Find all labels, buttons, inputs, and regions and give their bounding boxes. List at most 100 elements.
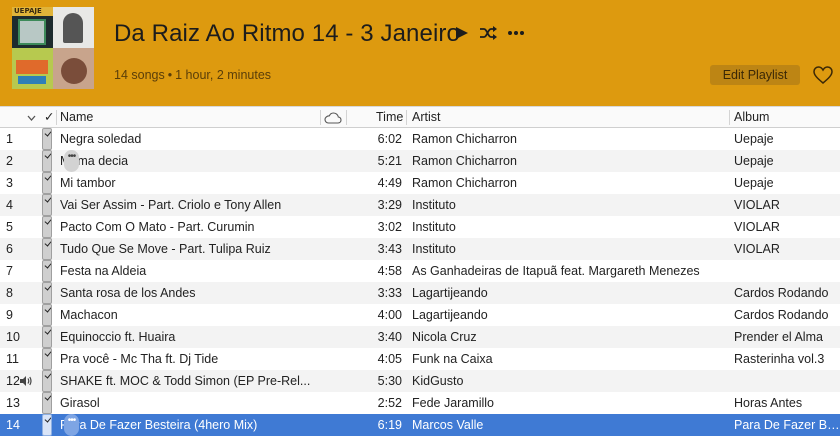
heart-icon[interactable]	[812, 64, 834, 86]
track-album: VIOLAR	[734, 198, 780, 212]
track-artist: Fede Jaramillo	[412, 396, 494, 410]
track-album: Rasterinha vol.3	[734, 352, 825, 366]
artwork-tile-1: UEPAJE	[12, 7, 53, 48]
sort-chevron-icon[interactable]	[27, 107, 36, 128]
track-row[interactable]: 2 Mama decia ••• 5:21 Ramon Chicharron Ue…	[0, 150, 840, 172]
track-time: 3:29	[377, 198, 402, 212]
track-row[interactable]: 9 Machacon 4:00 Lagartijeando Cardos Rod…	[0, 304, 840, 326]
track-artist: Ramon Chicharron	[412, 154, 517, 168]
song-count: 14 songs	[114, 68, 165, 82]
track-album: VIOLAR	[734, 242, 780, 256]
track-album: Cardos Rodando	[734, 308, 829, 322]
track-checkbox[interactable]	[42, 128, 54, 150]
column-header-name[interactable]: Name	[60, 107, 93, 128]
track-checkbox[interactable]	[42, 194, 54, 216]
artwork-tile-3	[12, 48, 53, 89]
track-time: 4:58	[377, 264, 402, 278]
track-time: 3:43	[377, 242, 402, 256]
track-row[interactable]: 4 Vai Ser Assim - Part. Criolo e Tony Al…	[0, 194, 840, 216]
track-checkbox[interactable]	[42, 172, 54, 194]
play-icon[interactable]	[455, 26, 469, 40]
track-row[interactable]: 3 Mi tambor 4:49 Ramon Chicharron Uepaje	[0, 172, 840, 194]
artwork-text-uepaje: UEPAJE	[14, 7, 42, 15]
track-name: Santa rosa de los Andes	[60, 286, 196, 300]
track-name: Pra você - Mc Tha ft. Dj Tide	[60, 352, 219, 366]
track-row[interactable]: 5 Pacto Com O Mato - Part. Curumin 3:02 …	[0, 216, 840, 238]
track-checkbox[interactable]	[42, 216, 54, 238]
track-artist: Instituto	[412, 242, 456, 256]
track-checkbox[interactable]	[42, 282, 54, 304]
track-name: Para De Fazer Besteira (4hero Mix) •••	[60, 414, 322, 436]
track-row[interactable]: 8 Santa rosa de los Andes 3:33 Lagartije…	[0, 282, 840, 304]
track-time: 3:02	[377, 220, 402, 234]
track-album	[734, 260, 840, 282]
track-album: VIOLAR	[734, 220, 780, 234]
track-checkbox[interactable]	[42, 238, 54, 260]
column-header-time[interactable]: Time	[376, 107, 403, 128]
track-time: 3:33	[377, 286, 402, 300]
column-checkmark-icon[interactable]: ✓	[44, 107, 54, 128]
track-time: 4:00	[377, 308, 402, 322]
track-name: Pacto Com O Mato - Part. Curumin	[60, 220, 255, 234]
column-header-album[interactable]: Album	[734, 107, 769, 128]
track-table-header: ✓ Name Time Artist Album	[0, 106, 840, 128]
track-name: Mama decia •••	[60, 150, 322, 172]
track-name: Machacon	[60, 308, 118, 322]
track-album	[734, 370, 840, 392]
track-row-selected[interactable]: 14 Para De Fazer Besteira (4hero Mix) •••…	[0, 414, 840, 436]
artwork-tile-4	[53, 48, 94, 89]
track-name: Festa na Aldeia	[60, 264, 147, 278]
playlist-duration: 1 hour, 2 minutes	[175, 68, 272, 82]
track-checkbox[interactable]	[42, 260, 54, 282]
track-checkbox[interactable]	[42, 392, 54, 414]
track-time: 5:21	[377, 154, 402, 168]
track-artist: Ramon Chicharron	[412, 132, 517, 146]
more-icon[interactable]	[507, 30, 525, 36]
track-name: SHAKE ft. MOC & Todd Simon (EP Pre-Rel..…	[60, 374, 311, 388]
track-row[interactable]: 13 Girasol 2:52 Fede Jaramillo Horas Ant…	[0, 392, 840, 414]
track-checkbox[interactable]	[42, 150, 54, 172]
track-album: Horas Antes	[734, 396, 803, 410]
track-row[interactable]: 6 Tudo Que Se Move - Part. Tulipa Ruiz 3…	[0, 238, 840, 260]
track-album: Uepaje	[734, 176, 774, 190]
track-checkbox[interactable]	[42, 304, 54, 326]
track-album: Para De Fazer Besteira	[734, 418, 840, 432]
shuffle-icon[interactable]	[479, 26, 497, 40]
track-row-now-playing[interactable]: 12 SHAKE ft. MOC & Todd Simon (EP Pre-Re…	[0, 370, 840, 392]
track-time: 5:30	[377, 374, 402, 388]
track-checkbox[interactable]	[42, 370, 54, 392]
column-header-artist[interactable]: Artist	[412, 107, 440, 128]
speaker-icon	[19, 370, 35, 392]
track-artist: Instituto	[412, 198, 456, 212]
track-more-icon[interactable]: •••	[64, 150, 79, 172]
edit-playlist-button[interactable]: Edit Playlist	[710, 65, 800, 85]
artwork-tile-2	[53, 7, 94, 48]
track-more-icon[interactable]: •••	[64, 414, 79, 436]
track-name: Mi tambor	[60, 176, 116, 190]
playlist-title: Da Raiz Ao Ritmo 14 - 3 Janeiro	[114, 20, 460, 47]
playlist-header: UEPAJE Da Raiz Ao Ritmo 14 - 3 Janeiro 1…	[0, 0, 840, 106]
track-name: Negra soledad	[60, 132, 142, 146]
track-row[interactable]: 1 Negra soledad 6:02 Ramon Chicharron Ue…	[0, 128, 840, 150]
track-album: Uepaje	[734, 132, 774, 146]
track-artist: Instituto	[412, 220, 456, 234]
track-artist: Funk na Caixa	[412, 352, 493, 366]
track-checkbox[interactable]	[42, 326, 54, 348]
track-artist: Lagartijeando	[412, 308, 488, 322]
track-row[interactable]: 7 Festa na Aldeia 4:58 As Ganhadeiras de…	[0, 260, 840, 282]
track-row[interactable]: 11 Pra você - Mc Tha ft. Dj Tide 4:05 Fu…	[0, 348, 840, 370]
track-artist: As Ganhadeiras de Itapuã feat. Margareth…	[412, 264, 700, 278]
playlist-summary: 14 songs • 1 hour, 2 minutes	[114, 68, 272, 82]
track-time: 4:49	[377, 176, 402, 190]
track-checkbox[interactable]	[42, 348, 54, 370]
track-name: Tudo Que Se Move - Part. Tulipa Ruiz	[60, 242, 271, 256]
track-row[interactable]: 10 Equinoccio ft. Huaira 3:40 Nicola Cru…	[0, 326, 840, 348]
track-album: Uepaje	[734, 154, 774, 168]
track-artist: KidGusto	[412, 374, 464, 388]
track-album: Cardos Rodando	[734, 286, 829, 300]
track-artist: Nicola Cruz	[412, 330, 477, 344]
icloud-icon[interactable]	[324, 107, 342, 128]
track-artist: Ramon Chicharron	[412, 176, 517, 190]
track-checkbox[interactable]	[42, 414, 54, 436]
playlist-artwork[interactable]: UEPAJE	[12, 7, 94, 89]
